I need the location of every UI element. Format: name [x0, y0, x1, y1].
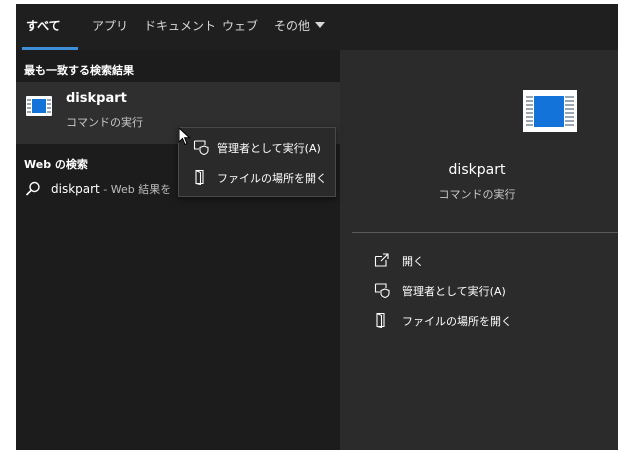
tab-apps[interactable]: アプリ — [92, 17, 128, 34]
preview-app-name: diskpart — [448, 162, 506, 178]
tab-more[interactable]: その他 — [274, 17, 326, 34]
mouse-cursor-icon — [178, 127, 191, 146]
tab-documents[interactable]: ドキュメント — [144, 17, 216, 34]
preview-action-run-as-admin[interactable]: 管理者として実行(A) — [372, 280, 612, 302]
web-search-heading: Web の検索 — [24, 158, 88, 171]
best-match-heading: 最も一致する検索結果 — [24, 64, 134, 77]
preview-action-open-file-location-label: ファイルの場所を開く — [402, 315, 512, 328]
web-search-suffix: - Web 結果を — [99, 183, 172, 196]
preview-action-open-label: 開く — [402, 255, 424, 268]
open-file-location-icon — [195, 169, 204, 185]
preview-action-open[interactable]: 開く — [372, 250, 612, 272]
preview-action-run-as-admin-label: 管理者として実行(A) — [402, 285, 506, 298]
open-file-location-icon — [376, 312, 385, 328]
context-menu-run-as-admin-label: 管理者として実行(A) — [217, 142, 321, 155]
best-match-app-name: diskpart — [66, 91, 127, 106]
app-window-icon-large — [523, 90, 577, 132]
preview-separator — [352, 232, 618, 233]
open-icon — [374, 253, 389, 267]
preview-action-open-file-location[interactable]: ファイルの場所を開く — [372, 310, 612, 332]
search-icon — [25, 181, 40, 196]
preview-app-type: コマンドの実行 — [438, 188, 516, 201]
tab-web[interactable]: ウェブ — [222, 17, 258, 34]
context-menu-open-file-location-label: ファイルの場所を開く — [217, 172, 327, 185]
run-as-admin-icon — [374, 283, 390, 298]
search-tabs-bar: すべて アプリ ドキュメント ウェブ その他 — [16, 4, 618, 50]
run-as-admin-icon — [193, 140, 209, 155]
app-window-icon — [26, 96, 52, 116]
tab-more-label: その他 — [274, 19, 311, 33]
context-menu-open-file-location[interactable]: ファイルの場所を開く — [179, 164, 335, 190]
web-search-text: diskpart - Web 結果を — [51, 181, 171, 197]
chevron-down-icon — [315, 22, 326, 28]
start-search-window: すべて アプリ ドキュメント ウェブ その他 最も一致する検索結果 diskpa… — [16, 4, 618, 450]
web-search-query: diskpart — [51, 182, 100, 196]
context-menu-run-as-admin[interactable]: 管理者として実行(A) — [179, 134, 335, 160]
best-match-app-type: コマンドの実行 — [66, 116, 143, 129]
context-menu: 管理者として実行(A) ファイルの場所を開く — [178, 127, 336, 197]
results-panel: 最も一致する検索結果 diskpart コマンドの実行 Web の検索 disk… — [16, 50, 340, 450]
tab-all[interactable]: すべて — [26, 17, 61, 34]
